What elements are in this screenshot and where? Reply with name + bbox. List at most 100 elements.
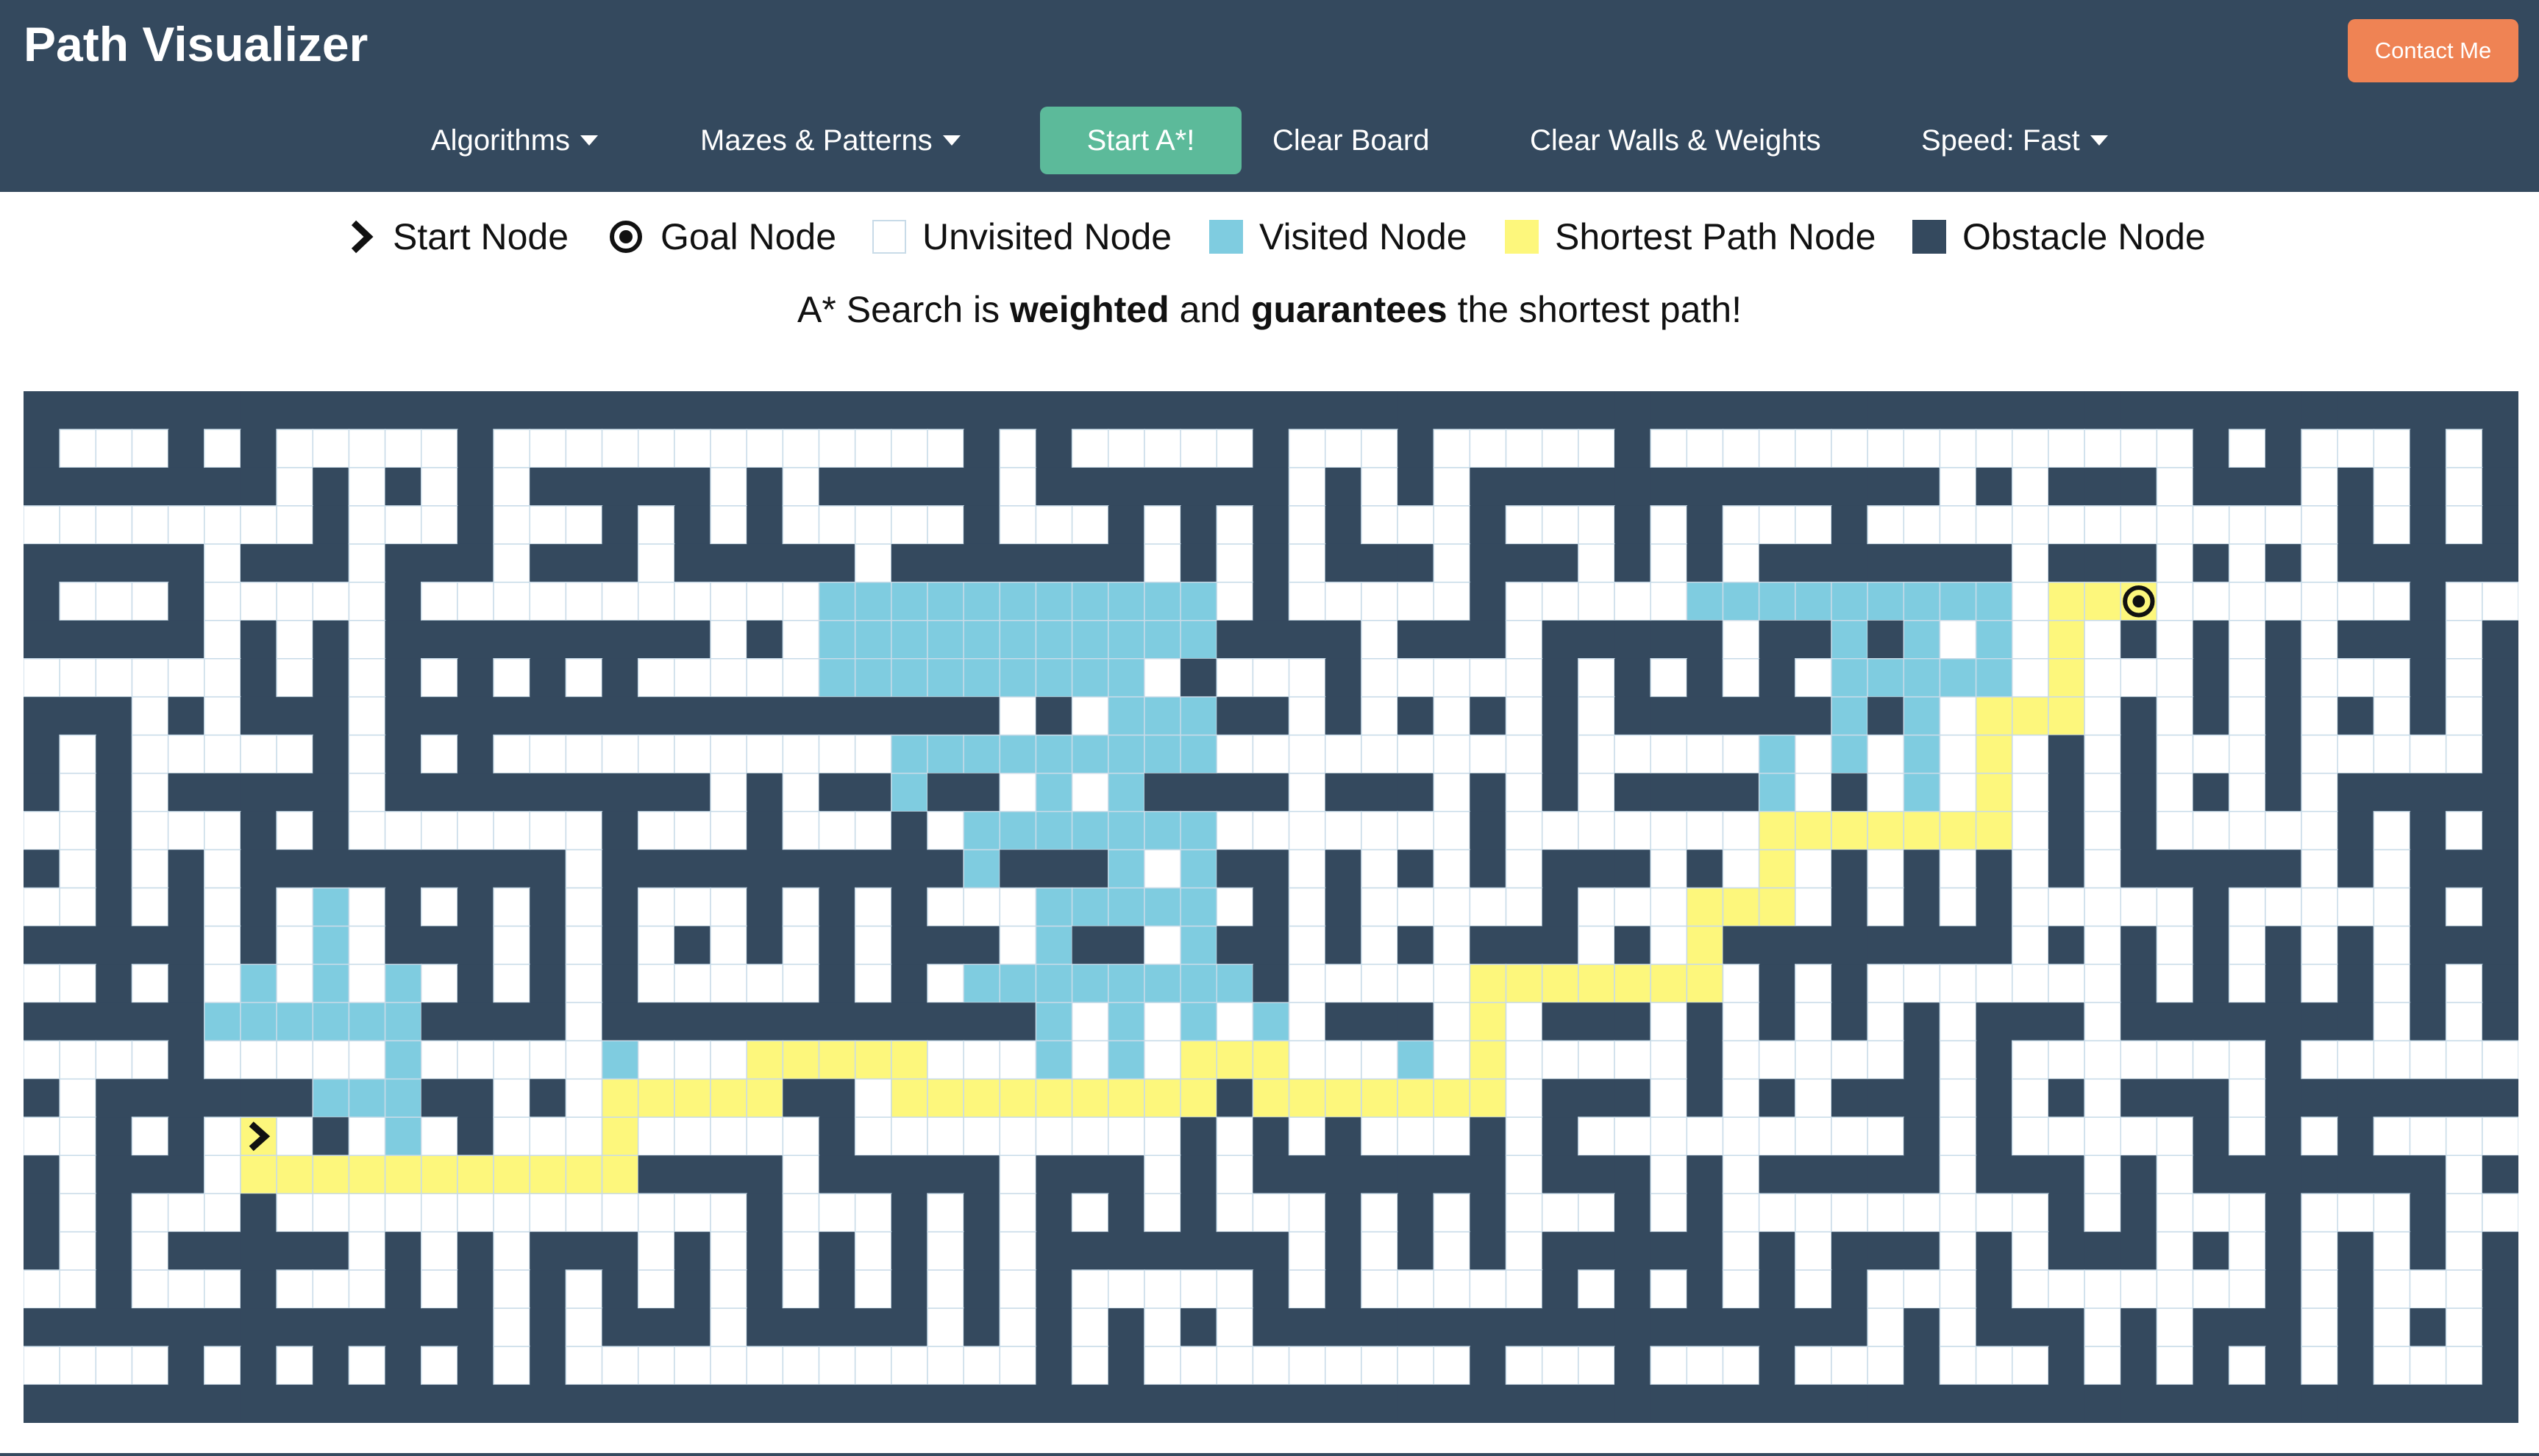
obstacle-node[interactable] (1325, 505, 1361, 544)
obstacle-node[interactable] (747, 543, 783, 582)
unvisited-node[interactable] (2445, 429, 2483, 468)
unvisited-node[interactable] (348, 696, 386, 736)
unvisited-node[interactable] (2301, 1116, 2338, 1157)
obstacle-node[interactable] (1253, 391, 1289, 429)
unvisited-node[interactable] (2156, 1193, 2194, 1232)
unvisited-node[interactable] (1578, 1193, 1615, 1232)
obstacle-node[interactable] (385, 773, 421, 812)
unvisited-node[interactable] (1867, 1307, 1905, 1347)
unvisited-node[interactable] (131, 1193, 169, 1232)
unvisited-node[interactable] (1144, 505, 1181, 545)
obstacle-node[interactable] (2193, 620, 2229, 659)
obstacle-node[interactable] (1036, 1346, 1072, 1385)
unvisited-node[interactable] (1397, 1346, 1434, 1385)
unvisited-node[interactable] (2373, 1307, 2411, 1347)
unvisited-node[interactable] (1216, 1307, 1254, 1347)
obstacle-node[interactable] (2193, 429, 2229, 468)
unvisited-node[interactable] (24, 963, 60, 1004)
obstacle-node[interactable] (1361, 773, 1398, 812)
obstacle-node[interactable] (1650, 773, 1687, 812)
unvisited-node[interactable] (1433, 1116, 1471, 1157)
unvisited-node[interactable] (2048, 1116, 2085, 1157)
obstacle-node[interactable] (964, 696, 1000, 735)
obstacle-node[interactable] (2482, 1385, 2518, 1423)
obstacle-node[interactable] (602, 467, 638, 506)
shortest-path-node[interactable] (1614, 963, 1651, 1004)
unvisited-node[interactable] (1361, 849, 1398, 889)
obstacle-node[interactable] (530, 1232, 566, 1271)
obstacle-node[interactable] (2229, 1308, 2265, 1347)
obstacle-node[interactable] (566, 391, 602, 429)
unvisited-node[interactable] (601, 1193, 639, 1232)
obstacle-node[interactable] (2301, 1079, 2338, 1118)
unvisited-node[interactable] (565, 1002, 603, 1042)
obstacle-node[interactable] (457, 1270, 494, 1309)
unvisited-node[interactable] (1722, 849, 1760, 889)
obstacle-node[interactable] (240, 1346, 277, 1385)
unvisited-node[interactable] (348, 467, 386, 507)
unvisited-node[interactable] (348, 543, 386, 583)
visited-node[interactable] (927, 620, 964, 660)
obstacle-node[interactable] (783, 1385, 819, 1423)
obstacle-node[interactable] (1831, 1232, 1868, 1271)
obstacle-node[interactable] (457, 1117, 494, 1156)
obstacle-node[interactable] (1289, 620, 1325, 659)
obstacle-node[interactable] (819, 1002, 855, 1041)
shortest-path-node[interactable] (891, 1078, 928, 1118)
obstacle-node[interactable] (1470, 505, 1506, 544)
obstacle-node[interactable] (277, 849, 313, 888)
visited-node[interactable] (999, 734, 1037, 774)
obstacle-node[interactable] (674, 543, 711, 582)
shortest-path-node[interactable] (999, 1078, 1037, 1118)
obstacle-node[interactable] (96, 467, 132, 506)
unvisited-node[interactable] (2084, 1269, 2122, 1309)
visited-node[interactable] (312, 1078, 350, 1118)
unvisited-node[interactable] (565, 925, 603, 966)
unvisited-node[interactable] (384, 1193, 422, 1232)
visited-node[interactable] (963, 582, 1001, 621)
obstacle-node[interactable] (2120, 926, 2157, 965)
unvisited-node[interactable] (1939, 1269, 1977, 1309)
obstacle-node[interactable] (240, 1193, 277, 1232)
visited-node[interactable] (1903, 657, 1941, 698)
obstacle-node[interactable] (891, 696, 927, 735)
unvisited-node[interactable] (1505, 1116, 1543, 1157)
obstacle-node[interactable] (2193, 1002, 2229, 1041)
unvisited-node[interactable] (1469, 887, 1507, 927)
unvisited-node[interactable] (1252, 1193, 1290, 1232)
obstacle-node[interactable] (1434, 1385, 1470, 1423)
obstacle-node[interactable] (819, 543, 855, 582)
unvisited-node[interactable] (637, 1231, 675, 1271)
obstacle-node[interactable] (1542, 1117, 1578, 1156)
unvisited-node[interactable] (2373, 849, 2411, 889)
obstacle-node[interactable] (2482, 1079, 2518, 1118)
obstacle-node[interactable] (1542, 1270, 1578, 1309)
unvisited-node[interactable] (746, 657, 784, 698)
unvisited-node[interactable] (1541, 505, 1579, 545)
unvisited-node[interactable] (24, 810, 60, 851)
unvisited-node[interactable] (1469, 734, 1507, 774)
unvisited-node[interactable] (1071, 429, 1109, 468)
unvisited-node[interactable] (1433, 772, 1471, 813)
obstacle-node[interactable] (2265, 1193, 2302, 1232)
obstacle-node[interactable] (204, 391, 241, 429)
obstacle-node[interactable] (2265, 1155, 2302, 1194)
obstacle-node[interactable] (2265, 391, 2302, 429)
obstacle-node[interactable] (819, 467, 855, 506)
obstacle-node[interactable] (2120, 1079, 2157, 1118)
visited-node[interactable] (1071, 963, 1109, 1004)
unvisited-node[interactable] (529, 582, 567, 621)
unvisited-node[interactable] (59, 582, 97, 621)
obstacle-node[interactable] (2084, 1385, 2121, 1423)
visited-node[interactable] (1975, 657, 2013, 698)
obstacle-node[interactable] (1867, 543, 1904, 582)
obstacle-node[interactable] (1759, 1079, 1795, 1118)
obstacle-node[interactable] (1253, 696, 1289, 735)
unvisited-node[interactable] (854, 505, 892, 545)
unvisited-node[interactable] (1903, 505, 1941, 545)
obstacle-node[interactable] (566, 620, 602, 659)
unvisited-node[interactable] (348, 1269, 386, 1309)
obstacle-node[interactable] (240, 543, 277, 582)
obstacle-node[interactable] (747, 620, 783, 659)
unvisited-node[interactable] (95, 1040, 133, 1080)
